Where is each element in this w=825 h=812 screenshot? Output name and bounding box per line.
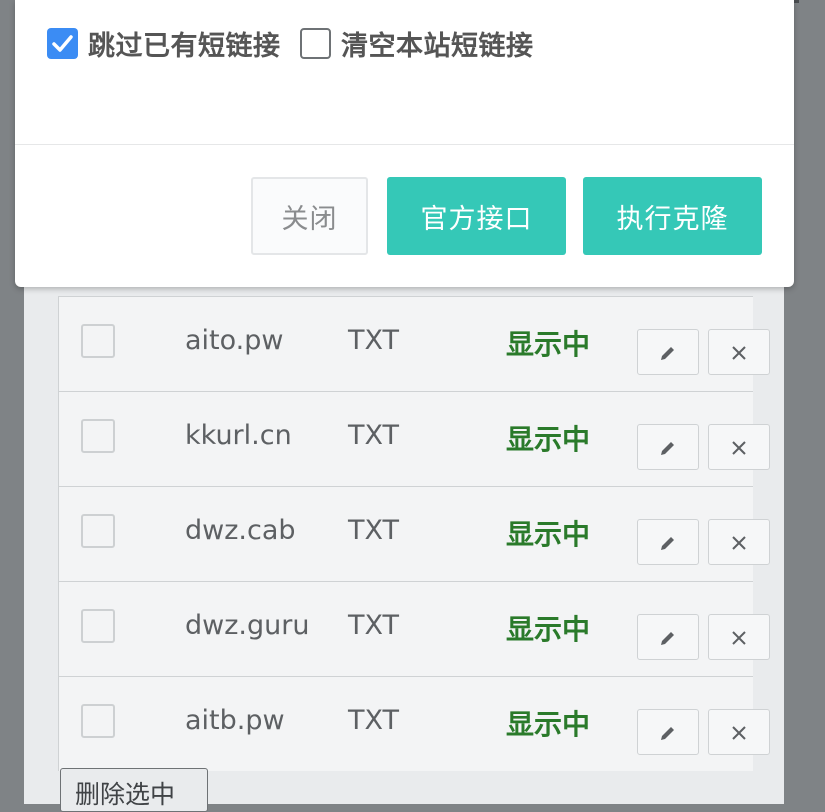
row-checkbox[interactable] [81, 324, 115, 358]
skip-existing-option[interactable]: 跳过已有短链接 [47, 26, 281, 62]
domain-table: aito.pw TXT 显示中 kkurl.cn TXT 显示中 dwz.cab TXT 显示中… [58, 296, 770, 771]
edit-button[interactable] [637, 614, 699, 660]
close-icon [732, 631, 746, 645]
clear-site-label: 清空本站短链接 [341, 30, 534, 62]
delete-button[interactable] [708, 424, 770, 470]
table-row: aito.pw TXT 显示中 [59, 296, 770, 391]
row-type: TXT [348, 420, 400, 451]
row-type: TXT [348, 515, 400, 546]
pencil-icon [661, 537, 674, 550]
pencil-icon [661, 727, 674, 740]
delete-button[interactable] [708, 614, 770, 660]
delete-button[interactable] [708, 329, 770, 375]
clone-dialog: 跳过已有短链接 清空本站短链接 关闭 官方接口 执行克隆 [15, 0, 794, 287]
skip-existing-label: 跳过已有短链接 [88, 30, 281, 62]
row-domain: aitb.pw [185, 705, 285, 736]
check-icon [52, 34, 73, 52]
row-status: 显示中 [506, 423, 591, 456]
edit-button[interactable] [637, 519, 699, 565]
dialog-divider [15, 144, 794, 145]
official-api-button[interactable]: 官方接口 [387, 177, 566, 255]
row-checkbox[interactable] [81, 704, 115, 738]
table-row: aitb.pw TXT 显示中 [59, 676, 770, 771]
pencil-icon [661, 632, 674, 645]
row-status: 显示中 [506, 328, 591, 361]
pencil-icon [661, 347, 674, 360]
row-type: TXT [348, 705, 400, 736]
row-domain: aito.pw [185, 325, 284, 356]
row-domain: kkurl.cn [185, 420, 292, 451]
delete-button[interactable] [708, 519, 770, 565]
row-status: 显示中 [506, 518, 591, 551]
row-domain: dwz.guru [185, 610, 310, 641]
pencil-icon [661, 442, 674, 455]
row-checkbox[interactable] [81, 514, 115, 548]
row-domain: dwz.cab [185, 515, 296, 546]
table-row: dwz.cab TXT 显示中 [59, 486, 770, 581]
table-row: kkurl.cn TXT 显示中 [59, 391, 770, 486]
delete-selected-button[interactable]: 删除选中 [60, 768, 208, 812]
close-icon [732, 441, 746, 455]
clear-site-checkbox[interactable] [300, 27, 331, 59]
edit-button[interactable] [637, 329, 699, 375]
close-button[interactable]: 关闭 [251, 177, 368, 255]
delete-button[interactable] [708, 709, 770, 755]
table-row: dwz.guru TXT 显示中 [59, 581, 770, 676]
clear-site-option[interactable]: 清空本站短链接 [300, 26, 534, 62]
edit-button[interactable] [637, 709, 699, 755]
close-icon [732, 346, 746, 360]
row-checkbox[interactable] [81, 419, 115, 453]
skip-existing-checkbox[interactable] [47, 27, 78, 59]
row-type: TXT [348, 325, 400, 356]
row-status: 显示中 [506, 613, 591, 646]
edit-button[interactable] [637, 424, 699, 470]
close-icon [732, 536, 746, 550]
row-status: 显示中 [506, 708, 591, 741]
row-checkbox[interactable] [81, 609, 115, 643]
row-type: TXT [348, 610, 400, 641]
execute-clone-button[interactable]: 执行克隆 [583, 177, 762, 255]
close-icon [732, 726, 746, 740]
